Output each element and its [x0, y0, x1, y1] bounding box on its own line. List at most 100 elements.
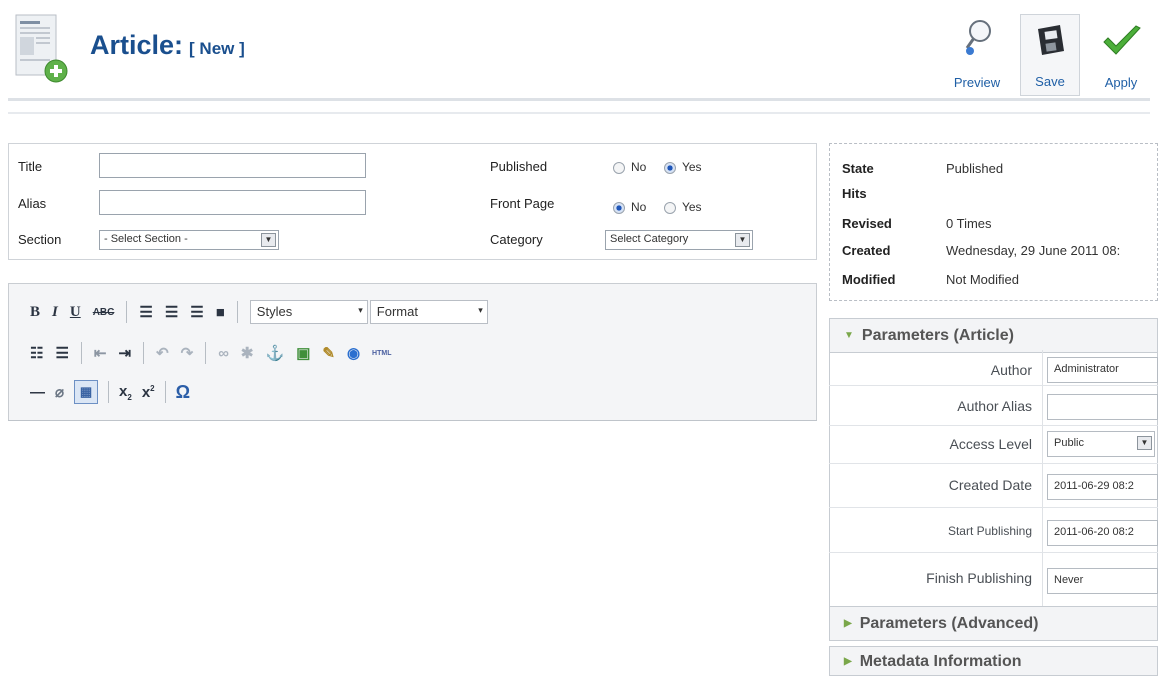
bold-icon[interactable]: B: [30, 304, 40, 321]
finish-publishing-label: Finish Publishing: [926, 570, 1032, 586]
published-no-label: No: [631, 160, 647, 174]
triangle-down-icon: ▼: [844, 330, 854, 342]
special-char-icon[interactable]: Ω: [176, 382, 190, 403]
styles-select[interactable]: Styles ▾: [249, 300, 368, 324]
toolbar-separator: [164, 381, 166, 403]
italic-icon[interactable]: I: [52, 304, 58, 321]
image-icon[interactable]: ▣: [296, 344, 310, 362]
outdent-icon[interactable]: ⇤: [94, 344, 107, 362]
start-publishing-input[interactable]: 2011-06-20 08:2: [1047, 520, 1158, 546]
save-button[interactable]: Save: [1020, 14, 1080, 96]
author-alias-input[interactable]: [1047, 394, 1158, 420]
param-row-start-publishing: Start Publishing 2011-06-20 08:2: [829, 508, 1158, 553]
created-date-label: Created Date: [948, 477, 1032, 493]
apply-label: Apply: [1104, 75, 1138, 90]
underline-icon[interactable]: U: [70, 304, 81, 321]
redo-icon[interactable]: ↷: [181, 344, 194, 362]
preview-button[interactable]: Preview: [944, 14, 1010, 96]
toolbar-separator: [126, 301, 128, 323]
created-date-input[interactable]: 2011-06-29 08:2: [1047, 474, 1158, 500]
alias-label: Alias: [18, 196, 47, 211]
frontpage-label: Front Page: [490, 196, 555, 211]
align-center-icon[interactable]: ☰: [165, 303, 178, 321]
modified-label: Modified: [842, 272, 896, 287]
frontpage-no-radio[interactable]: [613, 201, 625, 214]
param-row-author-alias: Author Alias: [829, 386, 1158, 426]
state-label: State: [842, 161, 874, 176]
created-label: Created: [842, 243, 891, 258]
chevron-down-icon: ▾: [478, 305, 483, 315]
header-divider: [8, 98, 1150, 101]
toolbar-separator: [108, 381, 110, 403]
param-row-author: Author Administrator: [829, 353, 1158, 386]
header-divider-secondary: [8, 112, 1150, 114]
access-level-select[interactable]: Public ▼: [1047, 431, 1155, 457]
indent-icon[interactable]: ⇥: [118, 344, 131, 362]
cleanup-icon[interactable]: ✎: [322, 344, 335, 362]
editor-toolbar-row-1: B I U ABC ☰ ☰ ☰ ■ Styles ▾ Format ▾: [30, 300, 488, 324]
subscript-icon[interactable]: x2: [119, 383, 132, 402]
access-level-label: Access Level: [949, 436, 1032, 452]
article-page-icon: [14, 13, 70, 85]
chevron-down-icon: ▼: [1137, 436, 1152, 450]
save-label: Save: [1035, 74, 1065, 89]
created-value: Wednesday, 29 June 2011 08:: [946, 243, 1121, 258]
unlink-icon[interactable]: ✱: [241, 344, 254, 362]
metadata-header[interactable]: ▶ Metadata Information: [829, 646, 1158, 676]
param-row-created-date: Created Date 2011-06-29 08:2: [829, 464, 1158, 508]
author-label: Author: [990, 362, 1032, 378]
html-icon[interactable]: HTML: [372, 350, 391, 357]
alias-input[interactable]: [99, 190, 366, 215]
floppy-icon: [1034, 23, 1066, 60]
anchor-icon[interactable]: ⚓: [266, 344, 285, 362]
apply-button[interactable]: Apply: [1090, 14, 1152, 96]
title-input[interactable]: [99, 153, 366, 178]
param-row-finish-publishing: Finish Publishing Never: [829, 553, 1158, 606]
format-select[interactable]: Format ▾: [369, 300, 488, 324]
frontpage-no-label: No: [631, 200, 647, 214]
article-info-panel: State Published Hits Revised 0 Times Cre…: [829, 143, 1158, 301]
help-icon[interactable]: ◉: [347, 344, 360, 362]
toolbar-separator: [80, 342, 82, 364]
article-details-panel: Title Alias Section - Select Section - ▼ …: [8, 143, 817, 260]
numbered-list-icon[interactable]: ☰: [55, 344, 68, 362]
checkmark-icon: [1102, 24, 1142, 63]
magnifier-icon: [964, 18, 994, 61]
triangle-right-icon: ▶: [844, 618, 852, 630]
category-label: Category: [490, 232, 543, 247]
undo-icon[interactable]: ↶: [156, 344, 169, 362]
superscript-icon[interactable]: x2: [142, 384, 155, 401]
section-select[interactable]: - Select Section - ▼: [99, 230, 279, 250]
published-label: Published: [490, 159, 548, 174]
published-no-radio[interactable]: [613, 161, 625, 174]
editor-toolbar-row-2: ☷ ☰ ⇤ ⇥ ↶ ↷ ∞ ✱ ⚓ ▣ ✎ ◉ HTML: [30, 342, 392, 364]
author-select[interactable]: Administrator: [1047, 357, 1158, 383]
parameters-advanced-title: Parameters (Advanced): [859, 615, 1039, 632]
revised-value: 0 Times: [946, 216, 992, 231]
triangle-right-icon: ▶: [844, 656, 852, 668]
frontpage-yes-radio[interactable]: [663, 201, 676, 214]
editor-content-area[interactable]: [8, 420, 817, 665]
author-alias-label: Author Alias: [957, 398, 1032, 414]
start-publishing-label: Start Publishing: [947, 524, 1032, 538]
parameters-advanced-header[interactable]: ▶ Parameters (Advanced): [829, 606, 1158, 641]
preview-label: Preview: [953, 75, 1001, 90]
frontpage-yes-label: Yes: [681, 200, 702, 214]
parameters-article-header[interactable]: ▼ Parameters (Article): [829, 318, 1158, 353]
finish-publishing-input[interactable]: Never: [1047, 568, 1158, 594]
horizontal-rule-icon[interactable]: —: [30, 384, 45, 401]
link-icon[interactable]: ∞: [218, 345, 229, 362]
align-justify-icon[interactable]: ■: [216, 304, 225, 321]
strikethrough-icon[interactable]: ABC: [93, 307, 115, 318]
eraser-icon[interactable]: ⌀: [55, 383, 64, 401]
page-title-status: [ New ]: [189, 39, 245, 58]
published-yes-radio[interactable]: [663, 161, 676, 174]
align-left-icon[interactable]: ☰: [139, 303, 152, 321]
align-right-icon[interactable]: ☰: [190, 303, 203, 321]
bullet-list-icon[interactable]: ☷: [30, 344, 43, 362]
table-icon[interactable]: ▦: [74, 380, 99, 404]
param-row-access-level: Access Level Public ▼: [829, 426, 1158, 464]
revised-label: Revised: [842, 216, 892, 231]
category-select[interactable]: Select Category ▼: [605, 230, 753, 250]
section-label: Section: [18, 232, 62, 247]
